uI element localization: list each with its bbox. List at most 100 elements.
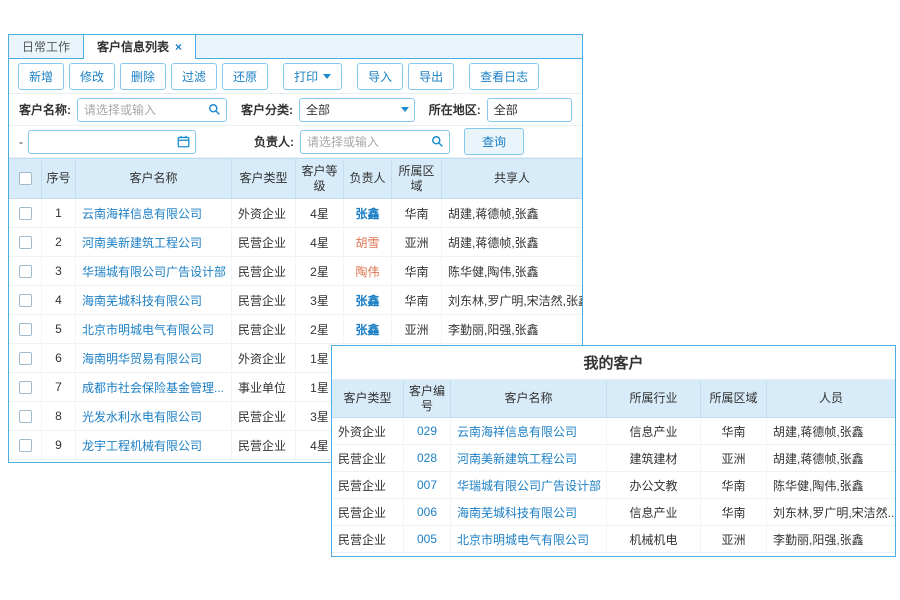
people-cell: 陈华健,陶伟,张鑫 xyxy=(767,472,895,498)
customer-name-link[interactable]: 云南海祥信息有限公司 xyxy=(82,205,202,222)
header-no: 序号 xyxy=(42,159,76,198)
owner-link[interactable]: 张鑫 xyxy=(355,292,379,309)
customer-name-link[interactable]: 海南芜城科技有限公司 xyxy=(82,292,202,309)
header-region: 所属区域 xyxy=(701,380,767,417)
table-row[interactable]: 2河南美新建筑工程公司民营企业4星胡雪亚洲胡建,蒋德帧,张鑫 xyxy=(9,228,582,257)
customer-name-cell: 河南美新建筑工程公司 xyxy=(76,228,232,256)
table-row[interactable]: 1云南海祥信息有限公司外资企业4星张鑫华南胡建,蒋德帧,张鑫 xyxy=(9,199,582,228)
select-all-checkbox[interactable] xyxy=(19,172,32,185)
checkbox-cell xyxy=(9,286,42,314)
tab-close-icon[interactable]: × xyxy=(175,41,182,53)
import-button[interactable]: 导入 xyxy=(357,63,403,90)
toolbar: 新增 修改 删除 过滤 还原 打印 导入 导出 查看日志 xyxy=(9,59,582,94)
people-cell: 李勤丽,阳强,张鑫 xyxy=(767,526,895,552)
owner-field xyxy=(300,130,450,154)
customer-name-label: 客户名称: xyxy=(19,101,71,118)
my-customer-row[interactable]: 民营企业007华瑞城有限公司广告设计部办公文教华南陈华健,陶伟,张鑫 xyxy=(332,472,895,499)
row-checkbox[interactable] xyxy=(19,265,32,278)
header-region: 所属区域 xyxy=(392,159,442,198)
customer-name-link[interactable]: 龙宇工程机械有限公司 xyxy=(82,437,202,454)
tab-daily-work[interactable]: 日常工作 xyxy=(9,35,83,58)
customer-name-cell: 河南美新建筑工程公司 xyxy=(451,445,607,471)
view-log-button[interactable]: 查看日志 xyxy=(469,63,539,90)
header-customer-name: 客户名称 xyxy=(451,380,607,417)
customer-name-link[interactable]: 华瑞城有限公司广告设计部 xyxy=(457,477,601,494)
row-checkbox[interactable] xyxy=(19,236,32,249)
export-button[interactable]: 导出 xyxy=(408,63,454,90)
customer-no-link[interactable]: 006 xyxy=(417,505,437,519)
search-icon[interactable] xyxy=(431,135,444,148)
delete-button[interactable]: 删除 xyxy=(120,63,166,90)
customer-name-cell: 成都市社会保险基金管理... xyxy=(76,373,232,401)
tab-customer-list[interactable]: 客户信息列表 × xyxy=(83,35,196,58)
customer-name-link[interactable]: 北京市明城电气有限公司 xyxy=(82,321,214,338)
customer-name-link[interactable]: 华瑞城有限公司广告设计部 xyxy=(82,263,226,280)
customer-name-cell: 华瑞城有限公司广告设计部 xyxy=(451,472,607,498)
customer-name-field xyxy=(77,98,227,122)
district-select[interactable]: 全部 xyxy=(487,98,572,122)
my-customer-row[interactable]: 民营企业005北京市明城电气有限公司机械机电亚洲李勤丽,阳强,张鑫 xyxy=(332,526,895,553)
my-customer-row[interactable]: 民营企业028河南美新建筑工程公司建筑建材亚洲胡建,蒋德帧,张鑫 xyxy=(332,445,895,472)
row-checkbox[interactable] xyxy=(19,352,32,365)
table-row[interactable]: 5北京市明城电气有限公司民营企业2星张鑫亚洲李勤丽,阳强,张鑫 xyxy=(9,315,582,344)
customer-name-input[interactable] xyxy=(78,103,208,117)
owner-link[interactable]: 张鑫 xyxy=(355,205,379,222)
row-number: 4 xyxy=(42,286,76,314)
customer-no-link[interactable]: 007 xyxy=(417,478,437,492)
calendar-icon[interactable] xyxy=(177,135,190,148)
customer-name-link[interactable]: 云南海祥信息有限公司 xyxy=(457,423,577,440)
industry-cell: 机械机电 xyxy=(607,526,701,552)
row-checkbox[interactable] xyxy=(19,410,32,423)
customer-name-link[interactable]: 河南美新建筑工程公司 xyxy=(82,234,202,251)
owner-cell: 张鑫 xyxy=(344,286,392,314)
search-icon[interactable] xyxy=(208,103,221,116)
row-number: 6 xyxy=(42,344,76,372)
edit-button[interactable]: 修改 xyxy=(69,63,115,90)
my-customer-row[interactable]: 外资企业029云南海祥信息有限公司信息产业华南胡建,蒋德帧,张鑫 xyxy=(332,418,895,445)
row-checkbox[interactable] xyxy=(19,294,32,307)
owner-filter-label: 负责人: xyxy=(254,133,294,150)
new-button[interactable]: 新增 xyxy=(18,63,64,90)
customer-category-select[interactable]: 全部 xyxy=(299,98,415,122)
tab-daily-work-label: 日常工作 xyxy=(22,38,70,55)
customer-category-value: 全部 xyxy=(300,101,401,118)
customer-name-link[interactable]: 成都市社会保险基金管理... xyxy=(82,379,224,396)
customer-name-cell: 云南海祥信息有限公司 xyxy=(76,199,232,227)
owner-link[interactable]: 陶伟 xyxy=(355,263,379,280)
customer-no-link[interactable]: 029 xyxy=(417,424,437,438)
print-button[interactable]: 打印 xyxy=(283,63,342,90)
header-people: 人员 xyxy=(767,380,895,417)
customer-name-link[interactable]: 光发水利水电有限公司 xyxy=(82,408,202,425)
checkbox-cell xyxy=(9,431,42,459)
shared-people-cell: 胡建,蒋德帧,张鑫 xyxy=(442,199,582,227)
row-checkbox[interactable] xyxy=(19,323,32,336)
row-checkbox[interactable] xyxy=(19,381,32,394)
filter-button[interactable]: 过滤 xyxy=(171,63,217,90)
customer-level-cell: 2星 xyxy=(296,257,344,285)
table-row[interactable]: 3华瑞城有限公司广告设计部民营企业2星陶伟华南陈华健,陶伟,张鑫 xyxy=(9,257,582,286)
customer-name-link[interactable]: 北京市明城电气有限公司 xyxy=(457,531,589,548)
region-cell: 华南 xyxy=(701,499,767,525)
query-button[interactable]: 查询 xyxy=(464,128,524,155)
restore-button[interactable]: 还原 xyxy=(222,63,268,90)
customer-type-cell: 外资企业 xyxy=(232,344,296,372)
owner-link[interactable]: 胡雪 xyxy=(355,234,379,251)
my-customer-row[interactable]: 民营企业006海南芜城科技有限公司信息产业华南刘东林,罗广明,宋洁然... xyxy=(332,499,895,526)
customer-name-cell: 龙宇工程机械有限公司 xyxy=(76,431,232,459)
customer-name-link[interactable]: 河南美新建筑工程公司 xyxy=(457,450,577,467)
customer-name-link[interactable]: 海南芜城科技有限公司 xyxy=(457,504,577,521)
owner-link[interactable]: 张鑫 xyxy=(355,321,379,338)
customer-no-link[interactable]: 028 xyxy=(417,451,437,465)
customer-table-header: 序号 客户名称 客户类型 客户等级 负责人 所属区域 共享人 xyxy=(9,158,582,199)
customer-name-cell: 海南芜城科技有限公司 xyxy=(76,286,232,314)
table-row[interactable]: 4海南芜城科技有限公司民营企业3星张鑫华南刘东林,罗广明,宋洁然,张鑫 xyxy=(9,286,582,315)
owner-input[interactable] xyxy=(301,135,431,149)
customer-name-link[interactable]: 海南明华贸易有限公司 xyxy=(82,350,202,367)
row-checkbox[interactable] xyxy=(19,207,32,220)
row-checkbox[interactable] xyxy=(19,439,32,452)
customer-type-cell: 民营企业 xyxy=(332,472,404,498)
row-number: 9 xyxy=(42,431,76,459)
customer-no-link[interactable]: 005 xyxy=(417,532,437,546)
date-input[interactable] xyxy=(29,135,177,149)
chevron-down-icon xyxy=(401,107,409,112)
